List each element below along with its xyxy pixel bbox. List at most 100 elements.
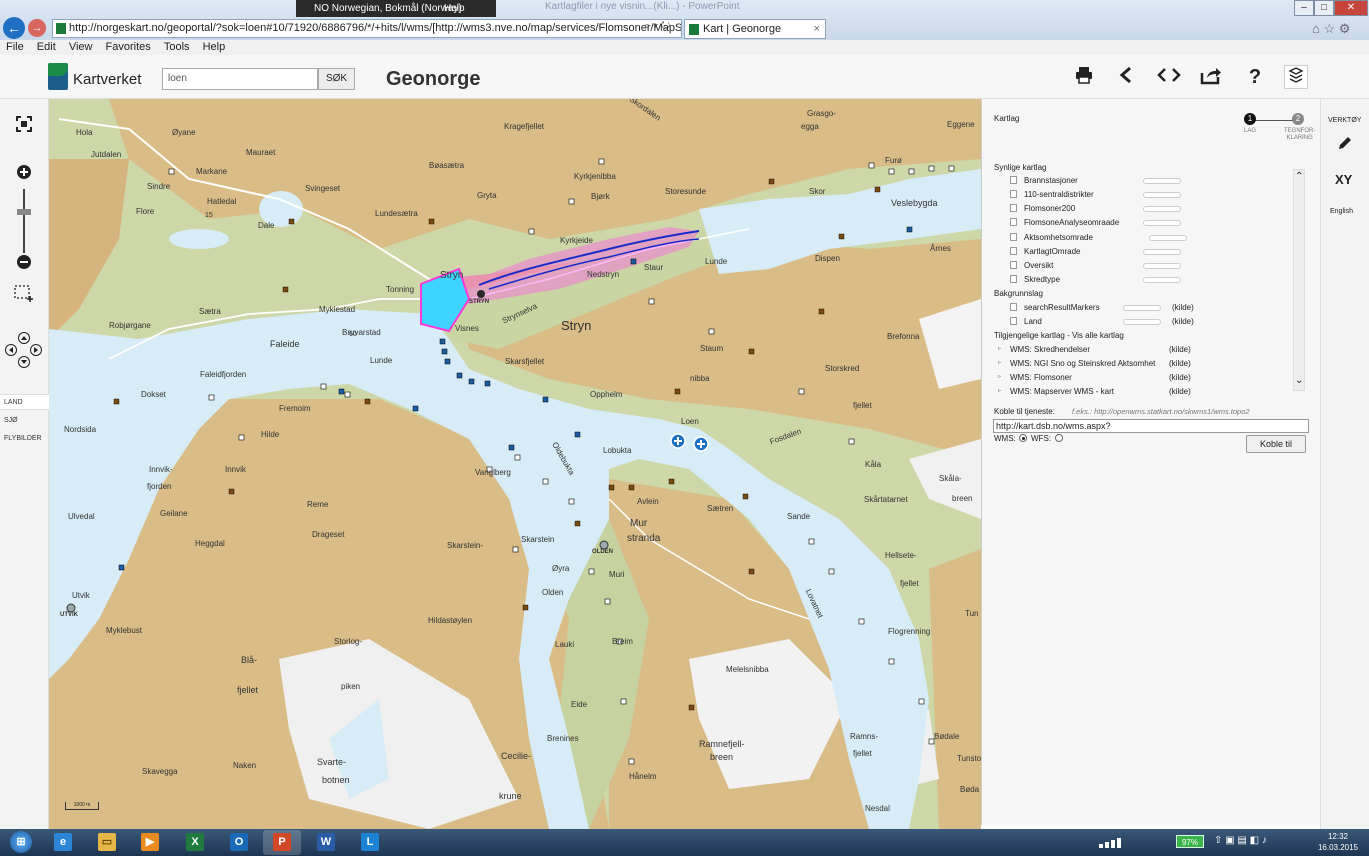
menu-tools[interactable]: Tools	[158, 40, 194, 54]
minimize-button[interactable]: –	[1294, 0, 1314, 16]
share-icon[interactable]	[1114, 65, 1138, 89]
media-icon[interactable]: ▶	[131, 830, 169, 855]
address-controls[interactable]: ⌕ ▾ ↻	[644, 20, 670, 33]
layer-checkbox[interactable]	[1010, 204, 1017, 212]
xy-coordinates-button[interactable]: XY	[1335, 172, 1352, 187]
tools-label[interactable]: VERKTØY	[1328, 117, 1361, 124]
layer-source-link[interactable]: (kilde)	[1172, 317, 1194, 326]
wms-layer[interactable]: WMS: Flomsoner	[1010, 373, 1072, 382]
wms-layer[interactable]: WMS: NGI Sno og Steinskred Aktsomhet	[1010, 359, 1155, 368]
layer-checkbox[interactable]	[1010, 303, 1017, 311]
search-button[interactable]: SØK	[318, 68, 355, 90]
wms-radio[interactable]	[1019, 434, 1027, 442]
search-input[interactable]: loen	[162, 68, 318, 90]
layer-source-link[interactable]: (kilde)	[1169, 387, 1191, 396]
lync-icon[interactable]: L	[351, 830, 389, 855]
expand-icon[interactable]: ▹	[998, 345, 1001, 352]
wms-layer[interactable]: WMS: Mapserver WMS - kart	[1010, 387, 1114, 396]
service-url-input[interactable]: http://kart.dsb.no/wms.aspx?	[993, 419, 1309, 433]
layer-source-link[interactable]: (kilde)	[1169, 359, 1191, 368]
forward-arrow-icon[interactable]: →	[28, 19, 46, 37]
layer-source-link[interactable]: (kilde)	[1169, 345, 1191, 354]
menu-file[interactable]: File	[0, 40, 28, 54]
connect-button[interactable]: Koble til	[1246, 435, 1306, 453]
available-layers-heading[interactable]: Tilgjengelige kartlag - Vis alle kartlag	[994, 331, 1124, 340]
start-orb-icon[interactable]: ⊞	[2, 830, 40, 855]
ie-icon[interactable]: e	[44, 830, 82, 855]
layer-source-link[interactable]: (kilde)	[1172, 303, 1194, 312]
layer-checkbox[interactable]	[1010, 261, 1017, 269]
kartverket-logo-icon[interactable]	[48, 63, 68, 90]
layer-checkbox[interactable]	[1010, 247, 1017, 255]
menu-favorites[interactable]: Favorites	[100, 40, 155, 54]
layer-checkbox[interactable]	[1010, 190, 1017, 198]
opacity-slider[interactable]	[1123, 305, 1161, 311]
layer-checkbox[interactable]	[1010, 275, 1017, 283]
pan-arrows-icon[interactable]	[3, 331, 45, 371]
mode-sea-tab[interactable]: SJØ	[4, 417, 18, 424]
export-icon[interactable]	[1199, 65, 1223, 89]
battery-indicator[interactable]: 97%	[1176, 835, 1204, 848]
opacity-slider[interactable]	[1143, 178, 1181, 184]
opacity-slider[interactable]	[1123, 319, 1161, 325]
opacity-slider[interactable]	[1143, 192, 1181, 198]
menu-help[interactable]: Help	[197, 40, 230, 54]
outlook-icon[interactable]: O	[220, 830, 258, 855]
wms-layer[interactable]: WMS: Skredhendelser	[1010, 345, 1090, 354]
select-area-icon[interactable]	[12, 283, 36, 307]
favorites-star-icon[interactable]: ☆	[1323, 21, 1335, 36]
clock[interactable]: 12:32 16.03.2015	[1312, 831, 1364, 853]
word-icon[interactable]: W	[307, 830, 345, 855]
panel-scrollbar[interactable]: ⌃ ⌄	[1293, 169, 1305, 391]
layers-icon[interactable]	[1284, 65, 1308, 89]
opacity-slider[interactable]	[1143, 249, 1181, 255]
ime-help-button[interactable]: Help	[444, 0, 465, 17]
opacity-slider[interactable]	[1143, 206, 1181, 212]
menu-edit[interactable]: Edit	[31, 40, 60, 54]
zoom-out-icon[interactable]	[12, 254, 36, 278]
language-indicator[interactable]: NO Norwegian, Bokmål (Norway) Help	[296, 0, 496, 17]
step-1[interactable]: 1	[1244, 113, 1256, 125]
layer-checkbox[interactable]	[1010, 233, 1017, 241]
address-bar[interactable]: http://norgeskart.no/geoportal/?sok=loen…	[52, 19, 682, 38]
layer-source-link[interactable]: (kilde)	[1169, 373, 1191, 382]
layer-checkbox[interactable]	[1010, 218, 1017, 226]
fullscreen-icon[interactable]	[12, 116, 36, 140]
menu-view[interactable]: View	[63, 40, 97, 54]
mode-aerial-tab[interactable]: FLYBILDER	[4, 435, 42, 442]
browser-tab[interactable]: Kart | Geonorge ×	[684, 19, 826, 39]
zoom-slider-track[interactable]	[23, 189, 25, 253]
expand-icon[interactable]: ▹	[998, 387, 1001, 394]
home-icon[interactable]: ⌂	[1312, 21, 1320, 36]
opacity-slider[interactable]	[1149, 235, 1187, 241]
expand-icon[interactable]: ▹	[998, 373, 1001, 380]
scroll-up-icon[interactable]: ⌃	[1295, 172, 1303, 182]
opacity-slider[interactable]	[1143, 220, 1181, 226]
language-link[interactable]: English	[1330, 208, 1353, 215]
expand-icon[interactable]: ▹	[998, 359, 1001, 366]
maximize-button[interactable]: □	[1314, 0, 1334, 16]
pencil-icon[interactable]	[1337, 135, 1353, 154]
layer-checkbox[interactable]	[1010, 317, 1017, 325]
excel-icon[interactable]: X	[176, 830, 214, 855]
embed-code-icon[interactable]	[1157, 65, 1181, 89]
powerpoint-icon[interactable]: P	[263, 830, 301, 855]
map-canvas[interactable]: Hola Øyane Jutdalen Mauraet Markane Sind…	[49, 99, 981, 829]
print-icon[interactable]	[1072, 65, 1096, 89]
network-bars-icon[interactable]	[1097, 836, 1127, 848]
zoom-in-icon[interactable]	[12, 164, 36, 188]
logo-text[interactable]: Kartverket	[73, 71, 141, 88]
tab-close-icon[interactable]: ×	[814, 20, 820, 38]
close-window-button[interactable]: ✕	[1334, 0, 1368, 16]
scroll-down-icon[interactable]: ⌄	[1295, 376, 1303, 386]
help-icon[interactable]: ?	[1243, 65, 1267, 89]
explorer-icon[interactable]: ▭	[88, 830, 126, 855]
opacity-slider[interactable]	[1143, 263, 1181, 269]
zoom-slider-handle[interactable]	[17, 209, 31, 215]
back-arrow-icon[interactable]: ←	[3, 17, 25, 39]
tray-icons[interactable]: ⇧ ▣ ▤ ◧ ♪	[1214, 835, 1267, 846]
opacity-slider[interactable]	[1143, 277, 1181, 283]
mode-land-tab[interactable]: LAND	[0, 394, 49, 410]
settings-gear-icon[interactable]: ⚙	[1339, 21, 1351, 36]
wfs-radio[interactable]	[1055, 434, 1063, 442]
